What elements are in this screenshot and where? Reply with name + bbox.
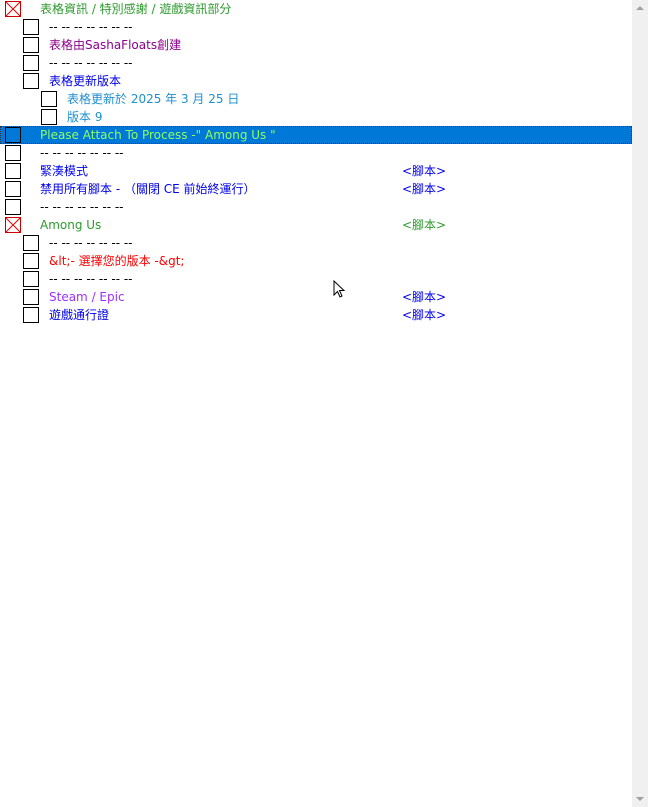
entry-value-script: <腳本>	[402, 308, 447, 322]
scroll-down-arrow-icon[interactable]	[636, 797, 644, 801]
entry-description: Please Attach To Process -" Among Us "	[40, 128, 276, 142]
table-row[interactable]: 表格資訊 / 特別感謝 / 遊戲資訊部分	[0, 0, 632, 18]
vertical-scrollbar[interactable]	[632, 0, 648, 807]
cross-icon	[6, 2, 20, 16]
table-row[interactable]: 緊湊模式 <腳本>	[0, 162, 632, 180]
activate-checkbox[interactable]	[23, 37, 39, 53]
activate-checkbox[interactable]	[23, 19, 39, 35]
entry-value-script: <腳本>	[402, 164, 447, 178]
activate-checkbox[interactable]	[23, 73, 39, 89]
activate-checkbox[interactable]	[5, 145, 21, 161]
table-row[interactable]: -- -- -- -- -- -- --	[0, 270, 632, 288]
activate-checkbox[interactable]	[5, 163, 21, 179]
table-row[interactable]: Steam / Epic <腳本>	[0, 288, 632, 306]
activate-checkbox[interactable]	[41, 91, 57, 107]
entry-description: Steam / Epic	[49, 290, 125, 304]
table-row[interactable]: -- -- -- -- -- -- --	[0, 234, 632, 252]
table-row[interactable]: 表格由SashaFloats創建	[0, 36, 632, 54]
entry-description: -- -- -- -- -- -- --	[40, 200, 124, 214]
entry-description: -- -- -- -- -- -- --	[40, 146, 124, 160]
scroll-up-arrow-icon[interactable]	[636, 6, 644, 10]
entry-description: -- -- -- -- -- -- --	[49, 20, 133, 34]
entry-description: 表格資訊 / 特別感謝 / 遊戲資訊部分	[40, 2, 232, 16]
entry-description: -- -- -- -- -- -- --	[49, 272, 133, 286]
entry-value-script: <腳本>	[402, 218, 447, 232]
table-row[interactable]: 表格更新於 2025 年 3 月 25 日	[0, 90, 632, 108]
table-row[interactable]: 版本 9	[0, 108, 632, 126]
activate-checkbox[interactable]	[5, 181, 21, 197]
entry-description: 表格由SashaFloats創建	[49, 38, 182, 52]
activate-checkbox[interactable]	[5, 1, 21, 17]
entry-description: 表格更新版本	[49, 74, 122, 88]
table-row[interactable]: -- -- -- -- -- -- --	[0, 198, 632, 216]
entry-description: 禁用所有腳本 - （關閉 CE 前始終運行）	[40, 182, 256, 196]
entry-description: -- -- -- -- -- -- --	[49, 236, 133, 250]
activate-checkbox[interactable]	[23, 253, 39, 269]
table-row[interactable]: 遊戲通行證 <腳本>	[0, 306, 632, 324]
cross-icon	[6, 218, 20, 232]
entry-value-script: <腳本>	[402, 182, 447, 196]
entry-description: &lt;- 選擇您的版本 -&gt;	[49, 254, 185, 268]
activate-checkbox[interactable]	[23, 289, 39, 305]
table-row[interactable]: -- -- -- -- -- -- --	[0, 144, 632, 162]
activate-checkbox[interactable]	[5, 199, 21, 215]
entry-description: 表格更新於 2025 年 3 月 25 日	[67, 92, 240, 106]
activate-checkbox[interactable]	[23, 271, 39, 287]
table-row[interactable]: Please Attach To Process -" Among Us "	[0, 126, 632, 144]
entry-description: 遊戲通行證	[49, 308, 110, 322]
table-row[interactable]: -- -- -- -- -- -- --	[0, 18, 632, 36]
entry-description: -- -- -- -- -- -- --	[49, 56, 133, 70]
mouse-cursor-icon	[333, 280, 346, 298]
entry-description: 緊湊模式	[40, 164, 89, 178]
table-row[interactable]: Among Us <腳本>	[0, 216, 632, 234]
entry-description: Among Us	[40, 218, 102, 232]
cheat-table-list[interactable]: 表格資訊 / 特別感謝 / 遊戲資訊部分 -- -- -- -- -- -- --…	[0, 0, 632, 807]
table-row[interactable]: &lt;- 選擇您的版本 -&gt;	[0, 252, 632, 270]
activate-checkbox[interactable]	[23, 55, 39, 71]
table-row[interactable]: 禁用所有腳本 - （關閉 CE 前始終運行） <腳本>	[0, 180, 632, 198]
entry-value-script: <腳本>	[402, 290, 447, 304]
table-row[interactable]: -- -- -- -- -- -- --	[0, 54, 632, 72]
entry-description: 版本 9	[67, 110, 103, 124]
activate-checkbox[interactable]	[5, 217, 21, 233]
table-row[interactable]: 表格更新版本	[0, 72, 632, 90]
activate-checkbox[interactable]	[23, 307, 39, 323]
activate-checkbox[interactable]	[23, 235, 39, 251]
activate-checkbox[interactable]	[41, 109, 57, 125]
activate-checkbox[interactable]	[5, 127, 21, 143]
